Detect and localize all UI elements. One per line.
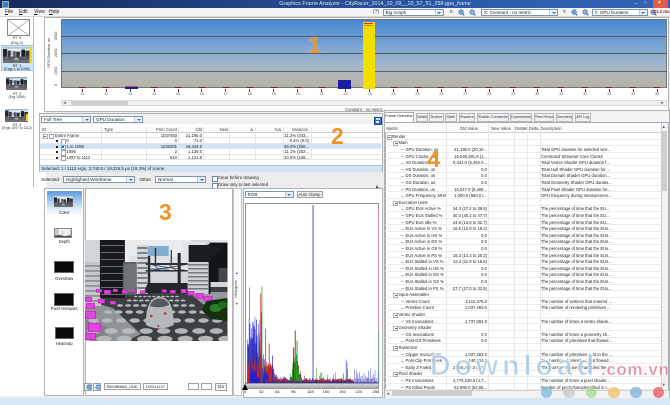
- svg-text:.com.vn: .com.vn: [601, 360, 669, 379]
- svg-text:Download: Download: [430, 350, 598, 382]
